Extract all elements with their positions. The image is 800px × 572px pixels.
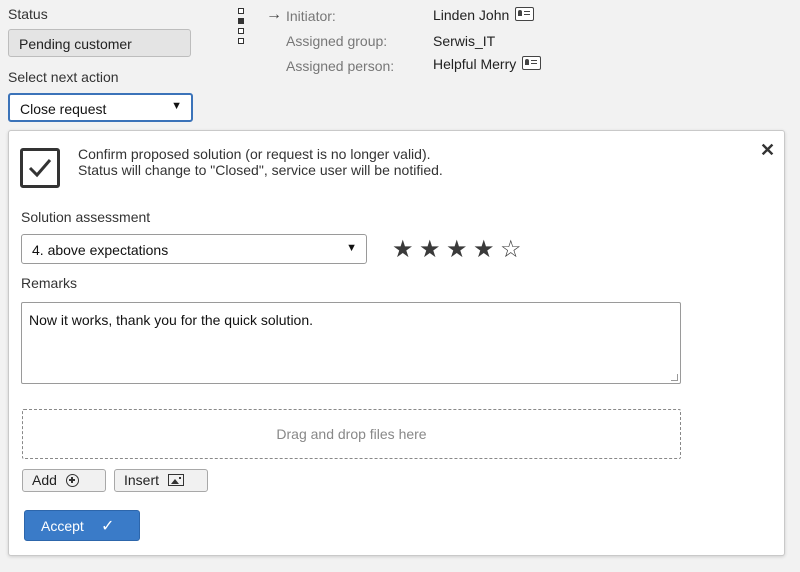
checkmark-icon: ✓ <box>101 518 115 535</box>
star-icon[interactable]: ★ <box>473 238 500 262</box>
remarks-text: Now it works, thank you for the quick so… <box>29 312 314 328</box>
step-dot <box>238 28 244 34</box>
description-line-1: Confirm proposed solution (or request is… <box>78 146 431 162</box>
assigned-group-label: Assigned group: <box>286 33 388 49</box>
solution-assessment-label: Solution assessment <box>21 209 151 225</box>
panel-description: Confirm proposed solution (or request is… <box>78 146 443 178</box>
checkbox-icon <box>20 148 60 188</box>
status-field: Pending customer <box>8 29 191 57</box>
assigned-person-value: Helpful Merry <box>433 56 517 72</box>
contact-card-icon[interactable] <box>522 56 542 70</box>
insert-button-label: Insert <box>124 472 160 488</box>
resize-handle[interactable] <box>671 374 678 381</box>
solution-assessment-select[interactable]: 4. above expectations ▼ <box>21 234 367 264</box>
rating-stars[interactable]: ★ ★ ★ ★ ☆ <box>392 238 527 262</box>
remarks-textarea[interactable]: Now it works, thank you for the quick so… <box>21 302 681 384</box>
close-icon[interactable]: ✕ <box>760 140 775 161</box>
arrow-right-icon: → <box>266 6 282 23</box>
step-dot <box>238 38 244 44</box>
dropdown-caret-icon: ▼ <box>346 242 357 254</box>
status-label: Status <box>8 6 48 22</box>
accept-button-label: Accept <box>41 518 84 534</box>
assigned-person-row: Helpful Merry <box>433 56 542 72</box>
insert-image-button[interactable]: Insert <box>114 469 208 492</box>
next-action-label: Select next action <box>8 69 119 85</box>
star-icon[interactable]: ☆ <box>500 238 527 262</box>
step-indicator <box>238 8 246 48</box>
star-icon[interactable]: ★ <box>446 238 473 262</box>
add-attachment-button[interactable]: Add <box>22 469 106 492</box>
assigned-group-value: Serwis_IT <box>433 33 496 49</box>
accept-button[interactable]: Accept ✓ <box>24 510 140 541</box>
dropdown-caret-icon: ▼ <box>171 100 182 112</box>
step-dot-active <box>238 18 244 24</box>
remarks-label: Remarks <box>21 275 78 291</box>
contact-card-icon[interactable] <box>515 7 535 21</box>
assigned-person-label: Assigned person: <box>286 58 395 74</box>
solution-assessment-value: 4. above expectations <box>32 242 169 258</box>
star-icon[interactable]: ★ <box>419 238 446 262</box>
image-icon <box>168 474 185 486</box>
add-button-label: Add <box>32 472 57 488</box>
next-action-select[interactable]: Close request ▼ <box>8 93 193 122</box>
initiator-label: Initiator: <box>286 8 336 24</box>
step-dot <box>238 8 244 14</box>
file-dropzone[interactable]: Drag and drop files here <box>22 409 681 459</box>
description-line-2: Status will change to "Closed", service … <box>78 162 443 178</box>
star-icon[interactable]: ★ <box>392 238 419 262</box>
initiator-row: Linden John <box>433 7 535 23</box>
plus-circle-icon <box>65 474 79 487</box>
initiator-value: Linden John <box>433 7 510 23</box>
next-action-value: Close request <box>20 101 107 117</box>
